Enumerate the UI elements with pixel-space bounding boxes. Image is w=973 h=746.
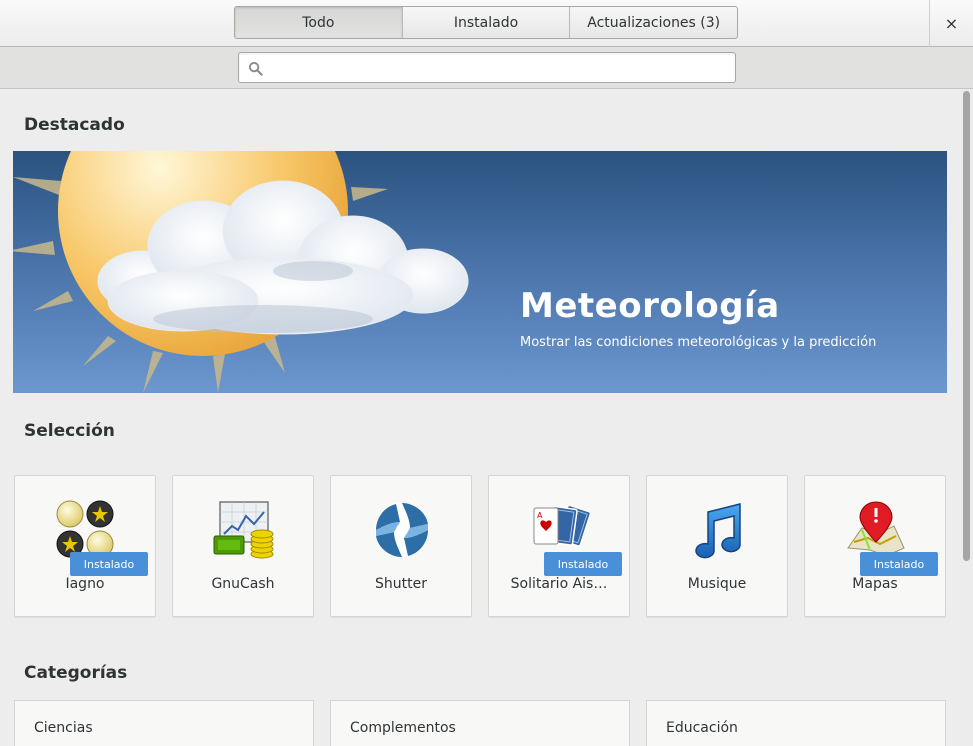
header-bar: Todo Instalado Actualizaciones (3) ×: [0, 0, 973, 47]
app-tile-solitaire[interactable]: A Instalado Solitario Ais…: [488, 475, 630, 617]
musique-icon: [695, 503, 741, 559]
gnucash-icon: [213, 501, 274, 559]
featured-app-name: Meteorología: [520, 286, 780, 326]
app-tile-shutter[interactable]: Shutter: [330, 475, 472, 617]
category-ciencias[interactable]: Ciencias: [14, 700, 314, 746]
tab-installed[interactable]: Instalado: [403, 7, 571, 38]
featured-app-description: Mostrar las condiciones meteorológicas y…: [520, 335, 877, 350]
category-label: Complementos: [350, 720, 456, 736]
app-name: Shutter: [375, 576, 427, 592]
app-tile-iagno[interactable]: Instalado Iagno: [14, 475, 156, 617]
app-name: Solitario Ais…: [510, 576, 608, 592]
category-educacion[interactable]: Educación: [646, 700, 946, 746]
tab-updates[interactable]: Actualizaciones (3): [570, 7, 737, 38]
shutter-icon: [375, 503, 429, 557]
close-button[interactable]: ×: [929, 0, 973, 47]
installed-badge: Instalado: [544, 552, 622, 576]
close-icon: ×: [944, 14, 959, 33]
tab-all[interactable]: Todo: [235, 7, 403, 38]
scrollbar[interactable]: [960, 89, 973, 746]
app-name: Mapas: [852, 576, 898, 592]
categories-section-title: Categorías: [24, 663, 128, 683]
category-complementos[interactable]: Complementos: [330, 700, 630, 746]
category-label: Educación: [666, 720, 738, 736]
scrollbar-thumb[interactable]: [963, 91, 970, 561]
search-field[interactable]: [238, 52, 736, 83]
app-tile-musique[interactable]: Musique: [646, 475, 788, 617]
app-tile-maps[interactable]: Instalado Mapas: [804, 475, 946, 617]
search-icon: [248, 61, 263, 76]
app-name: Musique: [687, 576, 747, 592]
app-name: Iagno: [65, 576, 105, 592]
search-input[interactable]: [269, 57, 729, 79]
selection-grid: Instalado Iagno GnuCash Shutter A Instal…: [14, 475, 948, 617]
installed-badge: Instalado: [70, 552, 148, 576]
search-bar: [0, 47, 973, 89]
selection-section-title: Selección: [24, 421, 115, 441]
installed-badge: Instalado: [860, 552, 938, 576]
category-label: Ciencias: [34, 720, 93, 736]
weather-sun-cloud-icon: [13, 151, 469, 393]
categories-grid: Ciencias Complementos Educación: [14, 700, 948, 746]
featured-section-title: Destacado: [24, 115, 125, 135]
app-tile-gnucash[interactable]: GnuCash: [172, 475, 314, 617]
featured-banner[interactable]: Meteorología Mostrar las condiciones met…: [13, 151, 947, 393]
overview-content: Destacado Meteorología Mostrar las condi…: [0, 89, 960, 746]
app-name: GnuCash: [211, 576, 275, 592]
view-switcher: Todo Instalado Actualizaciones (3): [234, 6, 738, 39]
svg-text:A: A: [537, 511, 543, 520]
